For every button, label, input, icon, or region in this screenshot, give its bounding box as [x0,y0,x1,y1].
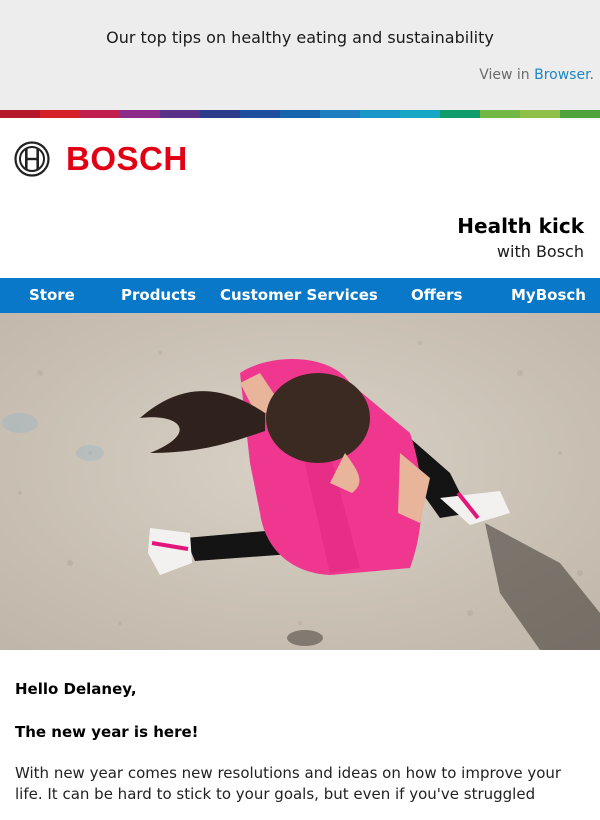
rainbow-segment [320,110,360,118]
rainbow-strip [0,110,600,118]
rainbow-segment [400,110,440,118]
headline-subtitle: with Bosch [496,242,584,261]
main-nav: Store Products Customer Services Offers … [0,278,600,313]
rainbow-segment [560,110,600,118]
bosch-armature-icon [14,141,50,177]
rainbow-segment [160,110,200,118]
nav-item-offers[interactable]: Offers [411,278,462,313]
rainbow-segment [200,110,240,118]
preheader-banner: Our top tips on healthy eating and susta… [0,0,600,110]
rainbow-segment [40,110,80,118]
nav-item-customer-services[interactable]: Customer Services [220,278,378,313]
greeting: Hello Delaney, [15,680,137,698]
rainbow-segment [520,110,560,118]
nav-item-mybosch[interactable]: MyBosch [511,278,586,313]
bosch-wordmark: BOSCH [66,140,188,177]
browser-link[interactable]: Browser [534,67,589,83]
preheader-text: Our top tips on healthy eating and susta… [106,28,494,47]
view-in-prefix: View in [479,67,530,83]
view-in-suffix: . [589,67,594,83]
nav-item-products[interactable]: Products [121,278,196,313]
intro-paragraph: With new year comes new resolutions and … [15,764,562,803]
nav-item-store[interactable]: Store [29,278,75,313]
rainbow-segment [360,110,400,118]
headline-title: Health kick [457,214,584,238]
rainbow-segment [440,110,480,118]
rainbow-segment [280,110,320,118]
hero-image[interactable] [0,313,600,650]
subhead: The new year is here! [15,723,199,741]
rainbow-segment [80,110,120,118]
email-body: Hello Delaney, The new year is here! Wit… [15,680,590,820]
rainbow-segment [480,110,520,118]
rainbow-segment [240,110,280,118]
headline-block: Health kick with Bosch [457,214,584,261]
view-in-browser: View in Browser. [479,67,594,83]
runner-illustration [0,313,600,650]
rainbow-segment [0,110,40,118]
bosch-logo[interactable]: BOSCH [14,140,188,178]
rainbow-segment [120,110,160,118]
